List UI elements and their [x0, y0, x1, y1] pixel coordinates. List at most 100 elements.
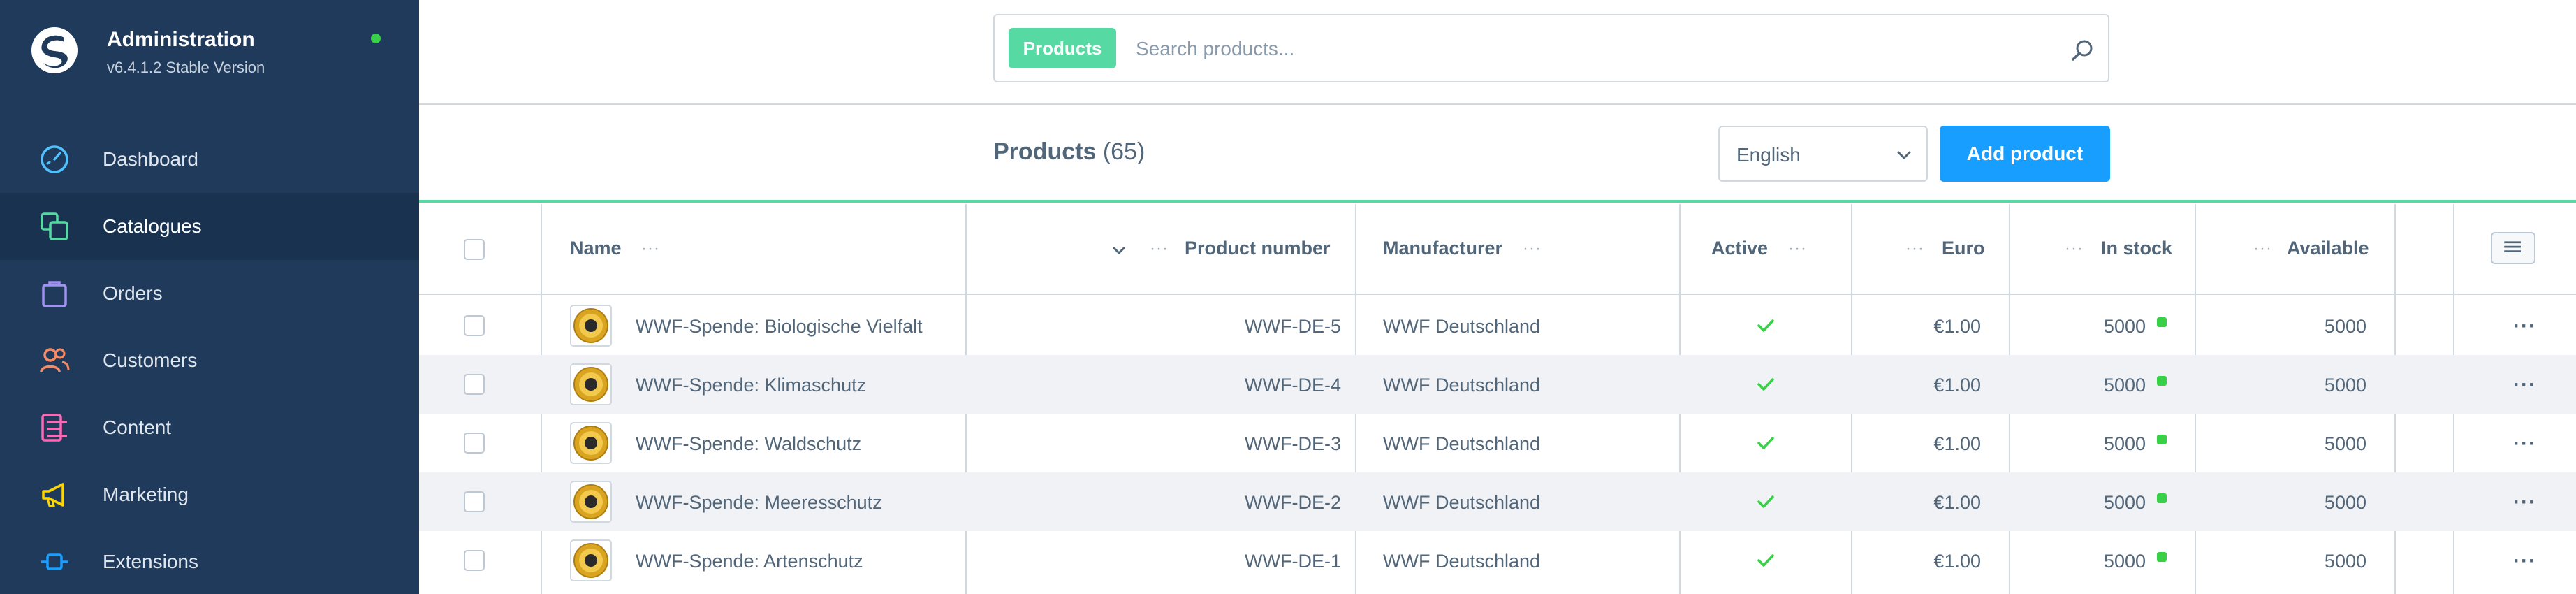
column-header-in-stock[interactable]: In stock — [2101, 238, 2172, 259]
marketing-megaphone-icon — [42, 483, 64, 507]
wwf-medal-icon — [573, 367, 608, 402]
wwf-medal-icon — [573, 484, 608, 519]
sidebar-item-extensions[interactable]: Extensions — [0, 528, 419, 594]
product-thumbnail — [570, 481, 612, 523]
add-product-button[interactable]: Add product — [1940, 126, 2110, 182]
checkmark-icon — [1757, 319, 1774, 332]
sidebar-item-marketing[interactable]: Marketing — [0, 461, 419, 528]
column-menu-icon[interactable]: ··· — [1150, 239, 1169, 259]
column-menu-icon[interactable]: ··· — [1788, 239, 1807, 259]
column-header-product-number[interactable]: Product number — [1185, 238, 1331, 259]
row-actions-icon[interactable]: ··· — [2513, 549, 2536, 573]
checkmark-icon — [1757, 437, 1774, 449]
sidebar-item-label: Content — [103, 416, 172, 438]
product-thumbnail — [570, 422, 612, 464]
row-checkbox[interactable] — [464, 315, 485, 336]
table-row[interactable]: WWF-Spende: Meeresschutz WWF-DE-2 WWF De… — [419, 472, 2576, 531]
table-row[interactable]: WWF-Spende: Waldschutz WWF-DE-3 WWF Deut… — [419, 414, 2576, 472]
sidebar-item-catalogues[interactable]: Catalogues — [0, 193, 419, 260]
product-name[interactable]: WWF-Spende: Artenschutz — [636, 551, 863, 572]
stock: 5000 — [2103, 433, 2146, 454]
sidebar-item-content[interactable]: Content — [0, 394, 419, 461]
sidebar-item-label: Catalogues — [103, 215, 202, 237]
manufacturer: WWF Deutschland — [1383, 551, 1541, 572]
table-row[interactable]: WWF-Spende: Artenschutz WWF-DE-1 WWF Deu… — [419, 531, 2576, 590]
column-menu-icon[interactable]: ··· — [1905, 239, 1924, 259]
product-name[interactable]: WWF-Spende: Biologische Vielfalt — [636, 316, 923, 338]
search-type-chip[interactable]: Products — [1009, 28, 1116, 68]
sidebar-item-customers[interactable]: Customers — [0, 327, 419, 394]
product-number: WWF-DE-1 — [1245, 551, 1341, 572]
row-checkbox[interactable] — [464, 550, 485, 571]
checkmark-icon — [1757, 554, 1774, 567]
grid-settings-button[interactable] — [2491, 232, 2535, 264]
column-header-available[interactable]: Available — [2287, 238, 2369, 259]
table-row[interactable]: WWF-Spende: Biologische Vielfalt WWF-DE-… — [419, 296, 2576, 355]
price: €1.00 — [1933, 492, 1981, 513]
row-checkbox[interactable] — [464, 374, 485, 395]
sidebar-item-label: Orders — [103, 282, 163, 304]
manufacturer: WWF Deutschland — [1383, 316, 1541, 337]
sidebar-item-label: Customers — [103, 349, 198, 371]
row-actions-icon[interactable]: ··· — [2513, 491, 2536, 514]
sidebar-item-dashboard[interactable]: Dashboard — [0, 126, 419, 193]
brand-header: Administration v6.4.1.2 Stable Version — [0, 0, 419, 105]
product-number: WWF-DE-3 — [1245, 433, 1341, 454]
product-name[interactable]: WWF-Spende: Waldschutz — [636, 433, 861, 455]
language-switch[interactable]: English — [1718, 126, 1928, 182]
extensions-plug-icon — [41, 553, 68, 570]
stock: 5000 — [2103, 551, 2146, 572]
app-version: v6.4.1.2 Stable Version — [107, 59, 265, 76]
content-icon — [41, 414, 67, 442]
global-search: Products — [993, 14, 2109, 82]
product-number: WWF-DE-5 — [1245, 316, 1341, 337]
stock-status-indicator — [2157, 552, 2167, 562]
available: 5000 — [2324, 433, 2366, 454]
dashboard-gauge-icon — [41, 145, 68, 173]
product-count: (65) — [1102, 138, 1146, 165]
page-title-text: Products — [993, 138, 1097, 165]
product-name[interactable]: WWF-Spende: Meeresschutz — [636, 492, 882, 514]
customers-icon — [40, 348, 70, 372]
sidebar-item-label: Marketing — [103, 484, 189, 505]
available: 5000 — [2324, 492, 2366, 513]
app-title: Administration — [107, 28, 255, 51]
row-actions-icon[interactable]: ··· — [2513, 314, 2536, 338]
language-value: English — [1736, 144, 1801, 166]
row-actions-icon[interactable]: ··· — [2513, 432, 2536, 456]
sidebar-item-orders[interactable]: Orders — [0, 260, 419, 327]
product-thumbnail — [570, 539, 612, 581]
manufacturer: WWF Deutschland — [1383, 492, 1541, 513]
table-row[interactable]: WWF-Spende: Klimaschutz WWF-DE-4 WWF Deu… — [419, 355, 2576, 414]
available: 5000 — [2324, 551, 2366, 572]
price: €1.00 — [1933, 551, 1981, 572]
stock: 5000 — [2103, 316, 2146, 337]
column-header-name[interactable]: Name — [570, 238, 622, 259]
chevron-down-icon — [1897, 151, 1911, 159]
column-header-euro[interactable]: Euro — [1942, 238, 1985, 259]
column-menu-icon[interactable]: ··· — [2253, 239, 2272, 259]
row-checkbox[interactable] — [464, 491, 485, 512]
sort-chevron-down-icon[interactable] — [1111, 242, 1127, 259]
column-menu-icon[interactable]: ··· — [641, 239, 660, 259]
column-header-active[interactable]: Active — [1711, 238, 1768, 259]
shopware-logo-icon — [31, 27, 78, 73]
column-menu-icon[interactable]: ··· — [1523, 239, 1542, 259]
stock-status-indicator — [2157, 493, 2167, 503]
column-menu-icon[interactable]: ··· — [2065, 239, 2084, 259]
search-input[interactable] — [1136, 29, 2030, 68]
row-actions-icon[interactable]: ··· — [2513, 373, 2536, 397]
stock-status-indicator — [2157, 435, 2167, 444]
grid-header: Name ··· ··· Product number Manufacturer… — [419, 204, 2576, 295]
select-all-checkbox[interactable] — [464, 239, 485, 260]
smart-bar: Products (65) English Add product — [419, 106, 2576, 203]
sidebar-nav: Dashboard Catalogues Orders Customers Co… — [0, 126, 419, 594]
column-header-manufacturer[interactable]: Manufacturer — [1383, 238, 1502, 259]
search-icon[interactable] — [2069, 36, 2097, 64]
row-checkbox[interactable] — [464, 433, 485, 454]
product-grid: Name ··· ··· Product number Manufacturer… — [419, 204, 2576, 594]
wwf-medal-icon — [573, 543, 608, 578]
sidebar-item-label: Extensions — [103, 551, 198, 572]
product-name[interactable]: WWF-Spende: Klimaschutz — [636, 375, 866, 396]
manufacturer: WWF Deutschland — [1383, 433, 1541, 454]
